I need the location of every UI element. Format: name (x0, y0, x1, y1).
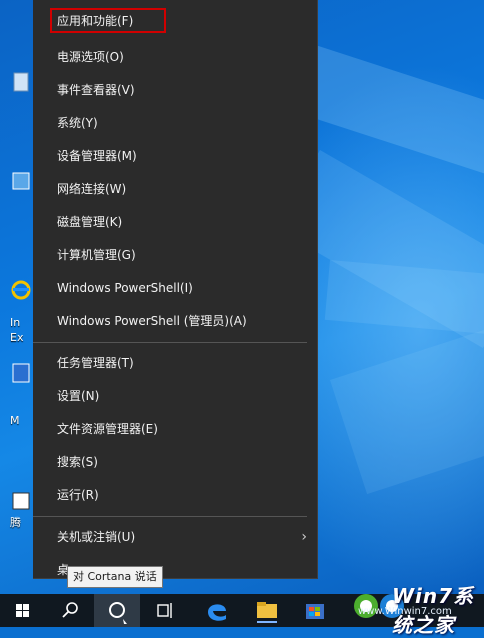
menu-item-task-manager[interactable]: 任务管理器(T) (33, 347, 317, 380)
menu-item-system[interactable]: 系统(Y) (33, 107, 317, 140)
highlight-box (50, 8, 166, 33)
edge-button[interactable] (194, 594, 240, 627)
search-icon (62, 602, 78, 618)
recycle-bin-icon[interactable] (10, 70, 32, 94)
menu-item-event-viewer[interactable]: 事件查看器(V) (33, 74, 317, 107)
cortana-tooltip: 对 Cortana 说话 (67, 566, 163, 588)
edge-icon (208, 604, 226, 621)
desktop-icon-label: M (10, 414, 20, 427)
menu-item-label: 计算机管理(G) (57, 248, 136, 262)
control-panel-icon[interactable] (10, 170, 32, 194)
cortana-button[interactable] (94, 594, 140, 627)
menu-item-label: 任务管理器(T) (57, 356, 134, 370)
menu-item-powershell[interactable]: Windows PowerShell(I) (33, 272, 317, 305)
media-icon[interactable] (10, 362, 32, 386)
cortana-icon (109, 602, 127, 624)
menu-item-label: 关机或注销(U) (57, 530, 136, 544)
menu-item-device-manager[interactable]: 设备管理器(M) (33, 140, 317, 173)
internet-explorer-icon[interactable] (10, 278, 32, 302)
menu-item-shutdown-signout[interactable]: 关机或注销(U) › (33, 521, 317, 554)
menu-separator (33, 516, 307, 517)
menu-item-label: 网络连接(W) (57, 182, 127, 196)
menu-item-label: 文件资源管理器(E) (57, 422, 158, 436)
watermark-url: www.Winwin7.com (358, 606, 452, 617)
start-icon (16, 604, 29, 617)
task-view-icon (157, 603, 172, 618)
watermark: Win7系统之家 www.Winwin7.com (300, 572, 484, 637)
menu-item-label: 事件查看器(V) (57, 83, 135, 97)
start-button[interactable] (0, 594, 46, 627)
menu-item-label: Windows PowerShell (管理员)(A) (57, 314, 247, 328)
menu-item-label: 搜索(S) (57, 455, 98, 469)
menu-item-file-explorer[interactable]: 文件资源管理器(E) (33, 413, 317, 446)
file-explorer-icon (257, 602, 277, 623)
menu-item-network-connections[interactable]: 网络连接(W) (33, 173, 317, 206)
menu-item-label: Windows PowerShell(I) (57, 281, 193, 295)
menu-item-label: 运行(R) (57, 488, 99, 502)
menu-item-powershell-admin[interactable]: Windows PowerShell (管理员)(A) (33, 305, 317, 338)
menu-item-search[interactable]: 搜索(S) (33, 446, 317, 479)
menu-item-run[interactable]: 运行(R) (33, 479, 317, 512)
tencent-icon[interactable] (10, 490, 32, 514)
desktop-icon-label: In (10, 316, 21, 329)
menu-item-disk-management[interactable]: 磁盘管理(K) (33, 206, 317, 239)
menu-item-label: 电源选项(O) (57, 50, 124, 64)
menu-item-label: 设置(N) (57, 389, 100, 403)
winx-context-menu: 应用和功能(F) 电源选项(O) 事件查看器(V) 系统(Y) 设备管理器(M)… (33, 0, 318, 579)
menu-item-power-options[interactable]: 电源选项(O) (33, 41, 317, 74)
menu-item-computer-management[interactable]: 计算机管理(G) (33, 239, 317, 272)
file-explorer-button[interactable] (244, 594, 290, 627)
desktop-icon-label: 腾 (10, 516, 21, 529)
menu-item-label: 设备管理器(M) (57, 149, 137, 163)
light-beam (324, 260, 484, 339)
search-button[interactable] (46, 594, 92, 627)
menu-separator (33, 342, 307, 343)
chevron-right-icon: › (301, 529, 307, 545)
light-beam (330, 318, 484, 495)
menu-item-settings[interactable]: 设置(N) (33, 380, 317, 413)
menu-item-label: 系统(Y) (57, 116, 98, 130)
desktop-icon-label: Ex (10, 331, 24, 344)
menu-item-label: 磁盘管理(K) (57, 215, 123, 229)
task-view-button[interactable] (142, 594, 188, 627)
